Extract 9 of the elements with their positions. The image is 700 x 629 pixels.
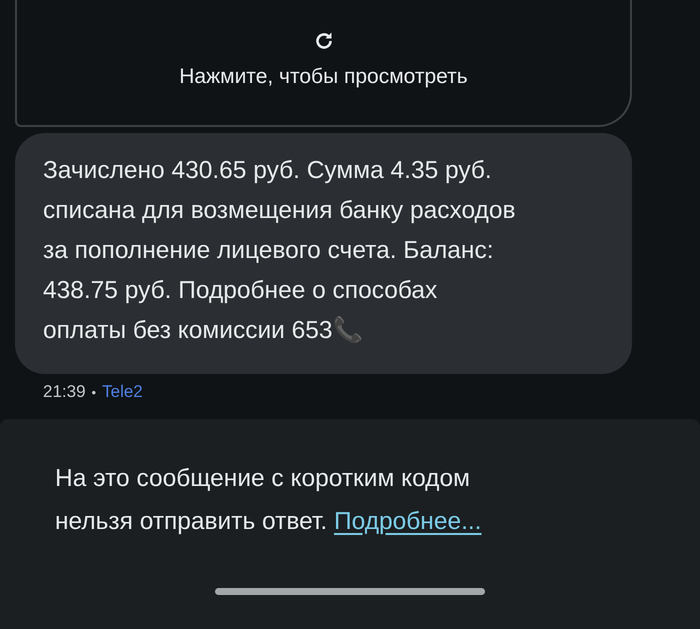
message-text: Зачислено 430.65 руб. Сумма 4.35 руб. списана для возмещения банку расходов за пополнение лицевого счета. Баланс: 438.75 руб. Подробнее о способах оплаты без комиссии 653📞 <box>43 156 516 346</box>
reply-notice: На это сообщение с коротким кодом нельзя отправить ответ. Подробнее... <box>55 464 482 537</box>
learn-more-link[interactable]: Подробнее... <box>334 508 482 535</box>
sender-name: Tele2 <box>102 382 143 402</box>
home-indicator[interactable] <box>215 588 485 595</box>
message-time: 21:39 <box>43 382 86 402</box>
preview-label: Нажмите, чтобы просмотреть <box>179 65 468 89</box>
preview-card[interactable]: Нажмите, чтобы просмотреть <box>15 0 632 127</box>
separator-dot: • <box>92 384 96 400</box>
